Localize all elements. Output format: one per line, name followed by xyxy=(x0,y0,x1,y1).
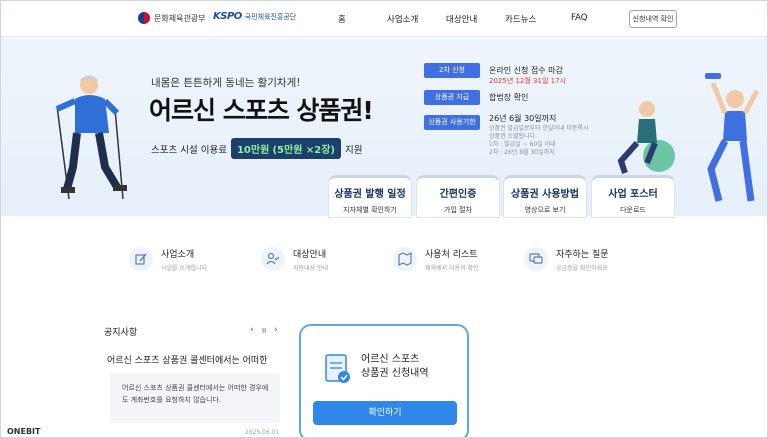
amount-box: 10만원 (5만원 ×2장) xyxy=(230,138,342,159)
quick-card-poster[interactable]: 사업 포스터 다운로드 xyxy=(591,175,675,218)
edit-icon xyxy=(129,247,153,271)
notice-headline[interactable]: 어르신 스포츠 상품권 콜센터에서는 어떠한 xyxy=(107,353,268,366)
ministry-logo[interactable]: 문화체육관광부 xyxy=(138,12,206,24)
map-icon xyxy=(393,247,417,271)
menu-faq[interactable]: 자주하는 질문 궁금증을 확인하세요 xyxy=(524,247,609,272)
amount-value: 10만원 xyxy=(236,145,270,156)
quick-card-sub: 다운로드 xyxy=(620,206,646,214)
info-text-payment: 합법장 확인 xyxy=(489,93,529,102)
info-deadline-date: 2025년 12월 31일 17시 xyxy=(489,77,566,85)
brand-watermark: ONEBIT xyxy=(7,427,41,436)
notice-section-title: 공지사항 xyxy=(104,328,138,338)
info-text-expiry: 26년 6월 30일까지 xyxy=(489,114,557,123)
page: 문화체육관광부 KSPO 국민체육진흥공단 홈 사업소개 대상안내 카드뉴스 F… xyxy=(0,0,768,438)
quick-card-simple-auth[interactable]: 간편인증 가입 절차 xyxy=(416,175,500,218)
menu-business-intro[interactable]: 사업소개 사업을 소개합니다 xyxy=(129,247,207,272)
elderly-hiker-illustration xyxy=(55,75,127,200)
notice-date: 2025.06.01 xyxy=(245,429,280,436)
kspo-mark: KSPO xyxy=(213,11,242,22)
support-suffix: 지원 xyxy=(345,144,363,156)
menu-sub: 지원대상 안내 xyxy=(293,265,329,272)
chat-icon xyxy=(524,247,548,271)
quick-card-title: 간편인증 xyxy=(439,189,477,200)
expiry-note: 1차 : 발급일 ~ 60일 이내 xyxy=(489,141,556,148)
kspo-name: 국민체육진흥공단 xyxy=(244,12,297,21)
user-check-icon xyxy=(261,247,285,271)
support-line: 스포츠 시설 이용료 10만원 (5만원 ×2장) 지원 xyxy=(151,138,363,159)
notice-next-button[interactable]: › xyxy=(274,325,278,335)
quick-card-how-to-use[interactable]: 상품권 사용방법 영상으로 보기 xyxy=(503,175,587,218)
menu-title: 사업소개 xyxy=(161,250,195,260)
info-tag-payment: 상품권 지급 xyxy=(424,90,480,105)
nav-target-guide[interactable]: 대상안내 xyxy=(446,13,477,25)
expiry-note: 상품권 발급일로부터 한달이내 미등록시 xyxy=(489,125,589,132)
ministry-name: 문화체육관광부 xyxy=(154,13,206,23)
confirm-button[interactable]: 확인하기 xyxy=(313,401,457,425)
info-expiry-notes: 상품권 발급일로부터 한달이내 미등록시 상품권 소멸됩니다. 1차 : 발급일… xyxy=(489,125,589,157)
menu-title: 사용처 리스트 xyxy=(425,250,478,260)
notice-body: 어르신 스포츠 상품권 콜센터에서는 어떠한 경우에도 계좌번호를 요청하지 않… xyxy=(122,384,269,404)
menu-target-guide[interactable]: 대상안내 지원대상 안내 xyxy=(261,247,328,272)
info-tag-expiry: 상품권 사용기한 xyxy=(424,115,480,130)
check-title-line: 어르신 스포츠 xyxy=(361,354,420,365)
quick-card-sub: 영상으로 보기 xyxy=(524,206,566,214)
check-card-title: 어르신 스포츠 상품권 신청내역 xyxy=(361,353,429,381)
nav-faq[interactable]: FAQ xyxy=(571,13,587,23)
check-application-button[interactable]: 신청내역 확인 xyxy=(629,10,677,28)
menu-sub: 사업을 소개합니다 xyxy=(161,265,208,272)
menu-sub: 체육에서 사용처 확인 xyxy=(425,265,479,272)
quick-card-title: 사업 포스터 xyxy=(608,189,658,200)
nav-business-intro[interactable]: 사업소개 xyxy=(387,13,418,25)
amount-detail: (5만원 ×2장) xyxy=(272,145,336,156)
document-icon xyxy=(325,354,350,383)
taegeuk-icon xyxy=(138,12,150,24)
info-text-deadline: 온라인 신청 접수 마감 xyxy=(489,66,563,75)
nav-card-news[interactable]: 카드뉴스 xyxy=(505,13,536,25)
notice-prev-button[interactable]: ‹ xyxy=(250,325,254,335)
quick-card-title: 상품권 발행 일정 xyxy=(334,189,406,200)
menu-title: 대상안내 xyxy=(293,250,327,260)
kspo-logo[interactable]: KSPO 국민체육진흥공단 xyxy=(213,11,296,22)
hero-subtitle: 내몸은 튼튼하게 동네는 활기차게! xyxy=(151,77,301,89)
expiry-note: 2차 : 26년 8월 30일까지 xyxy=(489,149,555,156)
quick-card-sub: 지자체별 확인하기 xyxy=(343,206,397,214)
notice-pause-button[interactable]: II xyxy=(262,327,266,335)
nav-home[interactable]: 홈 xyxy=(338,13,346,25)
top-header: 문화체육관광부 KSPO 국민체육진흥공단 홈 사업소개 대상안내 카드뉴스 F… xyxy=(1,1,767,37)
hero-title: 어르신 스포츠 상품권! xyxy=(149,96,374,125)
info-tag-second-round: 2차 신청 xyxy=(424,63,480,78)
quick-card-title: 상품권 사용방법 xyxy=(511,189,579,200)
expiry-note: 상품권 소멸됩니다. xyxy=(489,133,537,140)
quick-card-sub: 가입 절차 xyxy=(444,206,472,214)
check-title-line: 상품권 신청내역 xyxy=(361,368,429,379)
menu-sub: 궁금증을 확인하세요 xyxy=(556,265,608,272)
support-prefix: 스포츠 시설 이용료 xyxy=(151,144,227,156)
quick-card-issue-schedule[interactable]: 상품권 발행 일정 지자체별 확인하기 xyxy=(328,175,412,218)
menu-title: 자주하는 질문 xyxy=(556,250,609,260)
menu-usage-list[interactable]: 사용처 리스트 체육에서 사용처 확인 xyxy=(393,247,479,272)
